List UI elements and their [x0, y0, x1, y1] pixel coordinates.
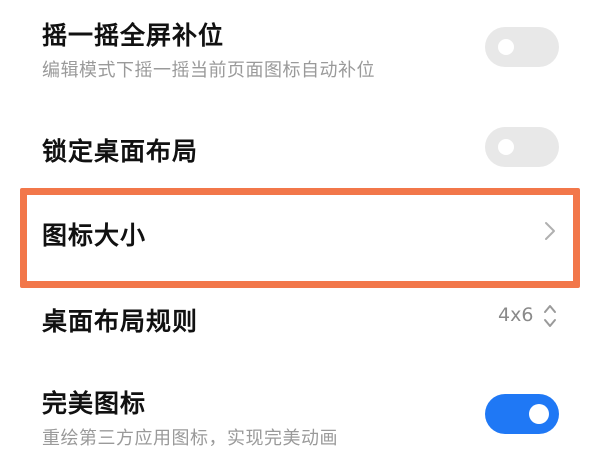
- setting-row-shake-fill[interactable]: 摇一摇全屏补位 编辑模式下摇一摇当前页面图标自动补位: [0, 0, 600, 100]
- shake-fill-toggle[interactable]: [485, 27, 559, 67]
- toggle-knob: [498, 39, 514, 55]
- toggle-knob: [529, 404, 549, 424]
- setting-title: 桌面布局规则: [42, 307, 199, 336]
- layout-rule-value: 4x6: [498, 304, 534, 326]
- setting-title: 完美图标: [42, 389, 147, 418]
- setting-title: 摇一摇全屏补位: [42, 21, 225, 50]
- chevron-right-icon: [545, 222, 555, 240]
- lock-layout-toggle[interactable]: [485, 127, 559, 167]
- up-down-arrows-icon[interactable]: [542, 302, 558, 330]
- setting-row-lock-layout[interactable]: 锁定桌面布局: [0, 100, 600, 188]
- setting-subtitle: 重绘第三方应用图标，实现完美动画: [42, 428, 338, 449]
- setting-subtitle: 编辑模式下摇一摇当前页面图标自动补位: [42, 60, 375, 81]
- perfect-icons-toggle[interactable]: [485, 394, 559, 434]
- setting-title: 图标大小: [42, 221, 147, 250]
- setting-row-layout-rule[interactable]: 桌面布局规则: [0, 288, 600, 372]
- toggle-knob: [498, 139, 514, 155]
- setting-row-icon-size[interactable]: 图标大小: [0, 188, 600, 288]
- setting-title: 锁定桌面布局: [42, 137, 199, 166]
- setting-row-perfect-icons[interactable]: 完美图标 重绘第三方应用图标，实现完美动画: [0, 372, 600, 450]
